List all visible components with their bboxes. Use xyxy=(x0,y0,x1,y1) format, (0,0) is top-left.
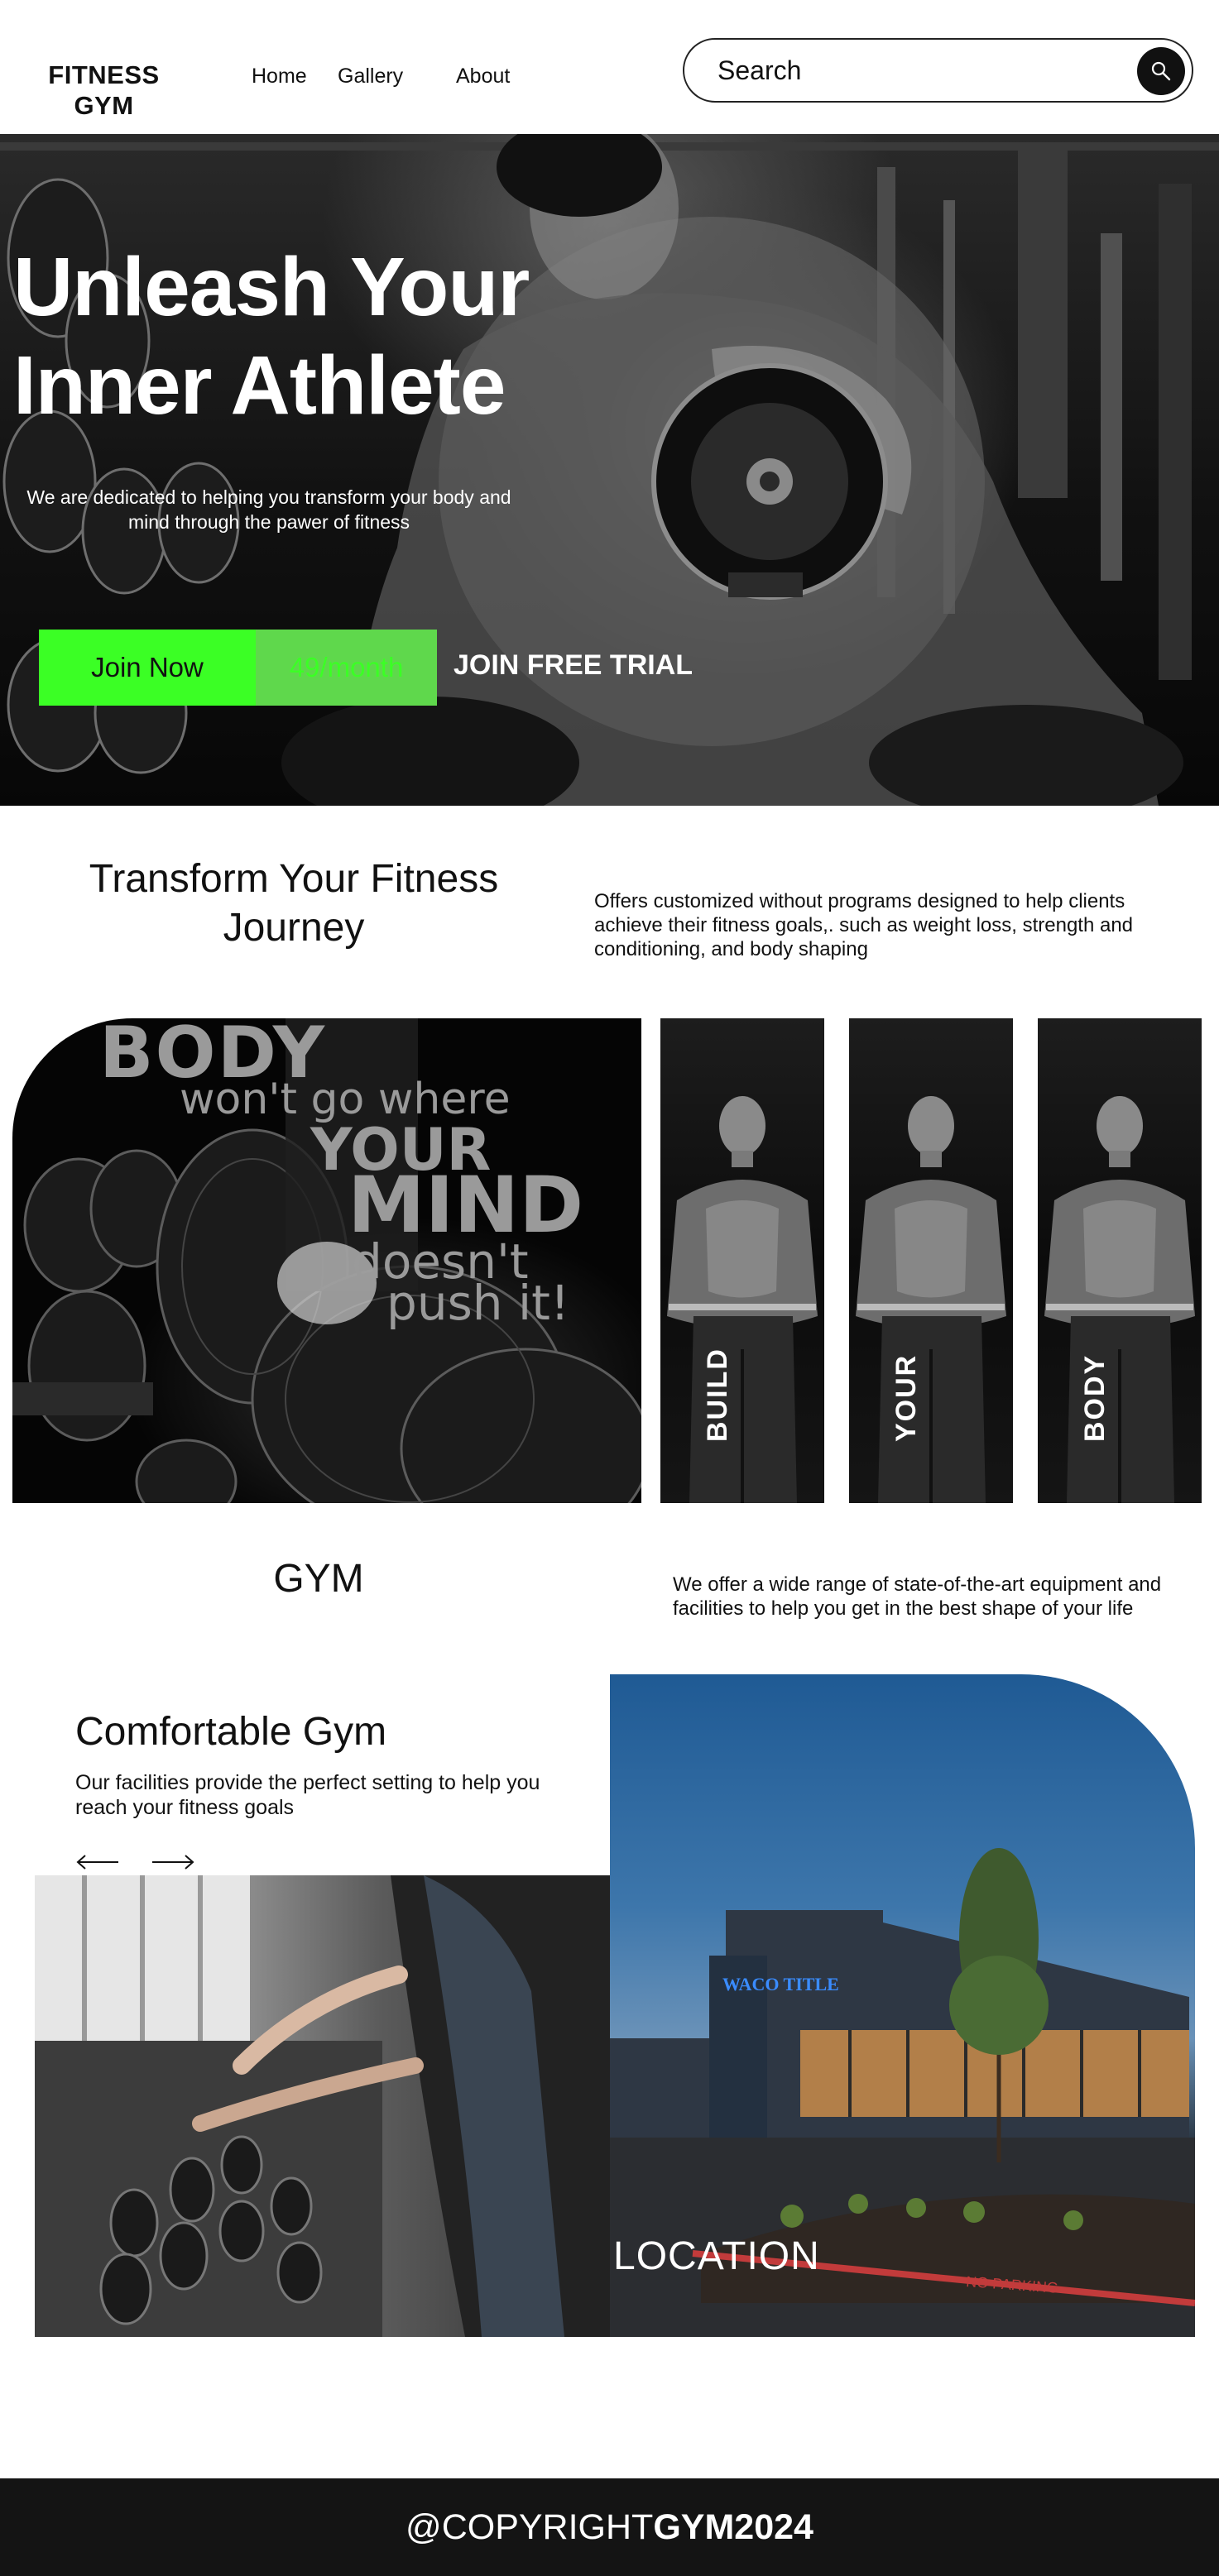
search-input[interactable] xyxy=(717,51,1115,89)
panel-label-your: YOUR xyxy=(890,1353,922,1442)
quote-push: push it! xyxy=(386,1275,570,1331)
nav-gallery[interactable]: Gallery xyxy=(338,65,403,89)
panel-label-body: BODY xyxy=(1079,1353,1111,1442)
gym-title: GYM xyxy=(273,1557,364,1601)
motivation-image: BODY won't go where YOUR MIND doesn't pu… xyxy=(12,1018,641,1503)
athlete-panel-image xyxy=(1044,1096,1195,1503)
search-bar xyxy=(683,38,1193,103)
location-label: LOCATION xyxy=(613,2234,820,2278)
arrow-right-icon[interactable] xyxy=(151,1850,195,1875)
comfortable-gym-description: Our facilities provide the perfect setti… xyxy=(75,1771,540,1819)
join-now-button[interactable]: Join Now xyxy=(39,630,256,706)
site-logo[interactable]: FITNESS GYM xyxy=(40,60,168,121)
building-sign: WACO TITLE xyxy=(722,1974,839,1994)
transform-description: Offers customized without programs desig… xyxy=(594,890,1134,960)
panel-label-build: BUILD xyxy=(702,1348,733,1442)
transform-title: Transform Your Fitness Journey xyxy=(89,857,499,950)
join-free-trial-link[interactable]: JOIN FREE TRIAL xyxy=(454,649,693,682)
hero-section: Unleash Your Inner Athlete We are dedica… xyxy=(0,134,1219,806)
athlete-panel-image xyxy=(856,1096,1006,1503)
hero-title: Unleash Your Inner Athlete xyxy=(13,241,530,432)
search-icon xyxy=(1151,61,1171,81)
site-header: FITNESS GYM Home Gallery About xyxy=(0,0,1219,134)
gym-description: We offer a wide range of state-of-the-ar… xyxy=(673,1573,1162,1620)
athlete-panel-image xyxy=(667,1096,818,1503)
comfortable-gym-title: Comfortable Gym xyxy=(75,1710,387,1754)
price-tag: 49/month xyxy=(256,630,437,706)
search-button[interactable] xyxy=(1137,47,1185,95)
nav-home[interactable]: Home xyxy=(252,65,307,89)
location-photo[interactable]: WACO TITLE NO PARKING LOCATION xyxy=(610,1674,1195,2337)
copyright-brand: GYM2024 xyxy=(653,2507,813,2547)
gallery-panel-your[interactable]: YOUR xyxy=(849,1018,1013,1503)
dumbbell-rack-graphic xyxy=(35,1875,610,2337)
dumbbell-rack-photo xyxy=(35,1875,610,2337)
site-footer: @COPYRIGHT GYM2024 xyxy=(0,2478,1219,2576)
gallery-panel-build[interactable]: BUILD xyxy=(660,1018,824,1503)
gallery-panel-body[interactable]: BODY xyxy=(1038,1018,1202,1503)
hero-subtitle: We are dedicated to helping you transfor… xyxy=(26,486,511,533)
copyright-prefix: @COPYRIGHT xyxy=(406,2507,654,2547)
arrow-left-icon[interactable] xyxy=(75,1850,120,1875)
nav-about[interactable]: About xyxy=(456,65,510,89)
